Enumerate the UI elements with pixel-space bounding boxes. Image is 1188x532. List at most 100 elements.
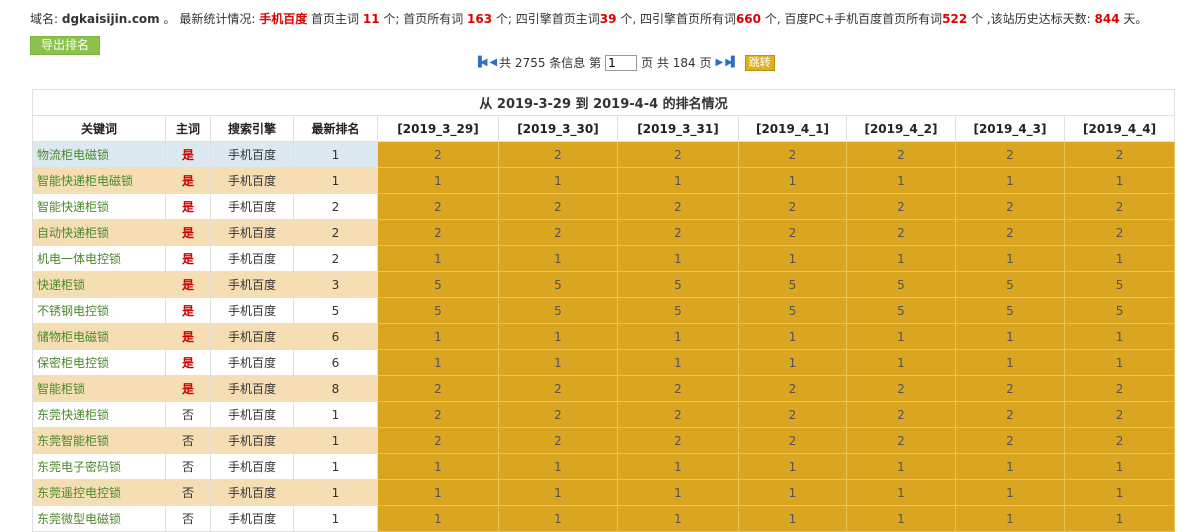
daily-rank-cell: 1 bbox=[846, 245, 956, 272]
search-engine-cell: 手机百度 bbox=[210, 323, 294, 350]
daily-rank-cell: 1 bbox=[1063, 323, 1176, 350]
daily-rank-cell: 2 bbox=[377, 401, 499, 428]
daily-rank-cell: 1 bbox=[846, 349, 956, 376]
table-row: 东莞遥控电控锁否手机百度 1 1 1 1 1 1 1 1 bbox=[32, 479, 1176, 506]
daily-rank-cell: 1 bbox=[846, 505, 956, 532]
daily-rank-cell: 2 bbox=[1063, 401, 1176, 428]
daily-rank-cell: 5 bbox=[1063, 297, 1176, 324]
keyword-cell: 东莞遥控电控锁 bbox=[32, 479, 166, 506]
search-engine-cell: 手机百度 bbox=[210, 479, 294, 506]
daily-rank-cell: 1 bbox=[955, 245, 1065, 272]
daily-rank-cell: 2 bbox=[846, 193, 956, 220]
export-ranking-button[interactable]: 导出排名 bbox=[30, 36, 100, 55]
domain-value: dgkaisijin.com bbox=[61, 12, 160, 26]
daily-rank-cell: 2 bbox=[617, 375, 739, 402]
latest-rank-cell: 2 bbox=[293, 219, 378, 246]
daily-rank-cell: 5 bbox=[955, 297, 1065, 324]
search-engine-cell: 手机百度 bbox=[210, 167, 294, 194]
table-header-row: 关键词 主词 搜索引擎 最新排名 [2019_3_29] [2019_3_30] [2019… bbox=[32, 115, 1176, 142]
keyword-cell: 机电一体电控锁 bbox=[32, 245, 166, 272]
daily-rank-cell: 1 bbox=[738, 245, 847, 272]
daily-rank-cell: 1 bbox=[377, 167, 499, 194]
search-engine-cell: 手机百度 bbox=[210, 427, 294, 454]
daily-rank-cell: 1 bbox=[738, 323, 847, 350]
main-word-cell: 是 bbox=[165, 193, 211, 220]
daily-rank-cell: 5 bbox=[846, 297, 956, 324]
table-row: 东莞智能柜锁否手机百度 1 2 2 2 2 2 2 2 bbox=[32, 427, 1176, 454]
keyword-cell: 东莞快递柜锁 bbox=[32, 401, 166, 428]
keyword-cell: 快递柜锁 bbox=[32, 271, 166, 298]
engine-value: 手机百度 bbox=[259, 12, 308, 26]
daily-rank-cell: 1 bbox=[1063, 349, 1176, 376]
main-word-cell: 是 bbox=[165, 219, 211, 246]
column-header: [2019_4_1] bbox=[738, 115, 847, 142]
daily-rank-cell: 1 bbox=[955, 167, 1065, 194]
column-header: [2019_4_4] bbox=[1063, 115, 1176, 142]
column-header: [2019_3_31] bbox=[617, 115, 739, 142]
daily-rank-cell: 1 bbox=[498, 245, 618, 272]
latest-rank-cell: 5 bbox=[293, 297, 378, 324]
main-word-cell: 否 bbox=[165, 453, 211, 480]
stats-label-pc-mobile: 个, 百度PC+手机百度首页所有词 bbox=[761, 12, 943, 26]
daily-rank-cell: 2 bbox=[846, 427, 956, 454]
daily-rank-cell: 2 bbox=[1063, 427, 1176, 454]
daily-rank-cell: 2 bbox=[846, 141, 956, 168]
daily-rank-cell: 2 bbox=[738, 219, 847, 246]
main-word-cell: 是 bbox=[165, 141, 211, 168]
daily-rank-cell: 1 bbox=[1063, 453, 1176, 480]
daily-rank-cell: 1 bbox=[498, 453, 618, 480]
daily-rank-cell: 1 bbox=[738, 479, 847, 506]
daily-rank-cell: 2 bbox=[955, 401, 1065, 428]
daily-rank-cell: 1 bbox=[617, 167, 739, 194]
stats-label-home-all: 个; 首页所有词 bbox=[379, 12, 468, 26]
daily-rank-cell: 1 bbox=[377, 349, 499, 376]
table-row: 东莞微型电磁锁否手机百度 1 1 1 1 1 1 1 1 bbox=[32, 505, 1176, 532]
daily-rank-cell: 5 bbox=[955, 271, 1065, 298]
latest-rank-cell: 1 bbox=[293, 479, 378, 506]
daily-rank-cell: 1 bbox=[498, 323, 618, 350]
daily-rank-cell: 2 bbox=[1063, 375, 1176, 402]
daily-rank-cell: 2 bbox=[738, 141, 847, 168]
main-word-cell: 是 bbox=[165, 297, 211, 324]
total-pages: 184 bbox=[672, 56, 696, 70]
last-page-icon[interactable]: ▶▌ bbox=[725, 57, 738, 68]
daily-rank-cell: 1 bbox=[377, 245, 499, 272]
main-word-cell: 是 bbox=[165, 349, 211, 376]
main-word-cell: 否 bbox=[165, 505, 211, 532]
latest-rank-cell: 6 bbox=[293, 349, 378, 376]
days-count: 844 bbox=[1094, 12, 1120, 26]
daily-rank-cell: 5 bbox=[498, 271, 618, 298]
home-main-count: 11 bbox=[362, 12, 380, 26]
ranking-table-container: 从 2019-3-29 到 2019-4-4 的排名情况 关键词 主词 搜索引擎 最新… bbox=[31, 89, 1176, 532]
column-header: 主词 bbox=[165, 115, 211, 142]
latest-rank-cell: 8 bbox=[293, 375, 378, 402]
search-engine-cell: 手机百度 bbox=[210, 271, 294, 298]
total-records: 2755 bbox=[514, 56, 546, 70]
latest-rank-cell: 2 bbox=[293, 245, 378, 272]
main-word-cell: 否 bbox=[165, 427, 211, 454]
latest-rank-cell: 2 bbox=[293, 193, 378, 220]
column-header: [2019_3_30] bbox=[498, 115, 618, 142]
daily-rank-cell: 2 bbox=[846, 219, 956, 246]
daily-rank-cell: 2 bbox=[738, 401, 847, 428]
latest-rank-cell: 3 bbox=[293, 271, 378, 298]
next-page-icon[interactable]: ▶ bbox=[715, 57, 723, 68]
first-page-icon[interactable]: ▐◀ bbox=[474, 57, 487, 68]
keyword-cell: 保密柜电控锁 bbox=[32, 349, 166, 376]
daily-rank-cell: 2 bbox=[955, 427, 1065, 454]
daily-rank-cell: 1 bbox=[377, 323, 499, 350]
page-number-input[interactable] bbox=[605, 54, 638, 71]
daily-rank-cell: 2 bbox=[955, 141, 1065, 168]
prev-page-icon[interactable]: ◀ bbox=[489, 57, 497, 68]
keyword-cell: 东莞微型电磁锁 bbox=[32, 505, 166, 532]
daily-rank-cell: 2 bbox=[617, 401, 739, 428]
latest-rank-cell: 1 bbox=[293, 141, 378, 168]
daily-rank-cell: 1 bbox=[617, 349, 739, 376]
daily-rank-cell: 5 bbox=[617, 297, 739, 324]
daily-rank-cell: 1 bbox=[738, 349, 847, 376]
daily-rank-cell: 1 bbox=[846, 167, 956, 194]
jump-button[interactable]: 跳转 bbox=[744, 54, 775, 71]
daily-rank-cell: 1 bbox=[738, 167, 847, 194]
daily-rank-cell: 5 bbox=[738, 271, 847, 298]
keyword-cell: 自动快递柜锁 bbox=[32, 219, 166, 246]
